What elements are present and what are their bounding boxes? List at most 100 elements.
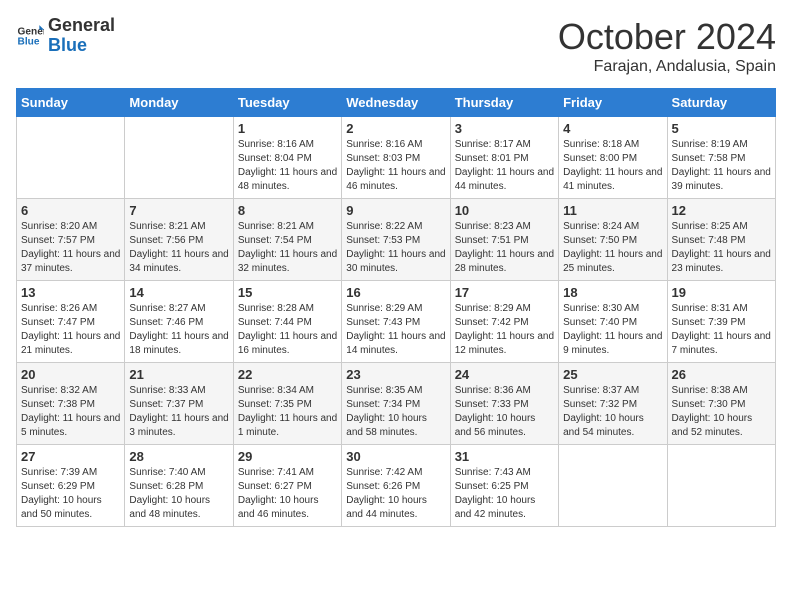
calendar-cell: 29 Sunrise: 7:41 AM Sunset: 6:27 PM Dayli… (233, 445, 341, 527)
day-info: Sunrise: 8:28 AM Sunset: 7:44 PM Dayligh… (238, 302, 337, 358)
calendar-cell: 22 Sunrise: 8:34 AM Sunset: 7:35 PM Dayli… (233, 363, 341, 445)
day-number: 5 (672, 121, 771, 136)
calendar-cell: 20 Sunrise: 8:32 AM Sunset: 7:38 PM Dayli… (17, 363, 125, 445)
day-info: Sunrise: 8:18 AM Sunset: 8:00 PM Dayligh… (563, 138, 662, 194)
calendar-cell: 2 Sunrise: 8:16 AM Sunset: 8:03 PM Daylig… (342, 117, 450, 199)
day-number: 6 (21, 203, 120, 218)
day-number: 15 (238, 285, 337, 300)
day-info: Sunrise: 7:41 AM Sunset: 6:27 PM Dayligh… (238, 466, 337, 522)
day-info: Sunrise: 8:32 AM Sunset: 7:38 PM Dayligh… (21, 384, 120, 440)
weekday-header-cell: Thursday (450, 89, 558, 117)
day-info: Sunrise: 8:36 AM Sunset: 7:33 PM Dayligh… (455, 384, 554, 440)
logo-general: General (48, 16, 115, 36)
day-info: Sunrise: 7:40 AM Sunset: 6:28 PM Dayligh… (129, 466, 228, 522)
day-info: Sunrise: 8:27 AM Sunset: 7:46 PM Dayligh… (129, 302, 228, 358)
calendar-cell (667, 445, 775, 527)
weekday-header-cell: Monday (125, 89, 233, 117)
day-info: Sunrise: 8:38 AM Sunset: 7:30 PM Dayligh… (672, 384, 771, 440)
day-info: Sunrise: 7:43 AM Sunset: 6:25 PM Dayligh… (455, 466, 554, 522)
calendar-cell: 11 Sunrise: 8:24 AM Sunset: 7:50 PM Dayli… (559, 199, 667, 281)
header: General Blue General Blue October 2024 F… (16, 16, 776, 76)
calendar-cell (17, 117, 125, 199)
day-number: 29 (238, 449, 337, 464)
day-number: 20 (21, 367, 120, 382)
day-number: 2 (346, 121, 445, 136)
day-number: 16 (346, 285, 445, 300)
day-number: 27 (21, 449, 120, 464)
day-number: 23 (346, 367, 445, 382)
day-info: Sunrise: 8:16 AM Sunset: 8:03 PM Dayligh… (346, 138, 445, 194)
day-number: 21 (129, 367, 228, 382)
calendar-week-row: 1Sunrise: 8:16 AM Sunset: 8:04 PM Daylig… (17, 117, 776, 199)
calendar-cell: 23 Sunrise: 8:35 AM Sunset: 7:34 PM Dayli… (342, 363, 450, 445)
weekday-header-cell: Saturday (667, 89, 775, 117)
day-info: Sunrise: 8:35 AM Sunset: 7:34 PM Dayligh… (346, 384, 445, 440)
calendar-week-row: 27 Sunrise: 7:39 AM Sunset: 6:29 PM Dayli… (17, 445, 776, 527)
svg-text:Blue: Blue (18, 36, 40, 47)
calendar-cell: 31 Sunrise: 7:43 AM Sunset: 6:25 PM Dayli… (450, 445, 558, 527)
calendar-cell: 3Sunrise: 8:17 AM Sunset: 8:01 PM Daylig… (450, 117, 558, 199)
calendar-cell: 26 Sunrise: 8:38 AM Sunset: 7:30 PM Dayli… (667, 363, 775, 445)
logo-blue: Blue (48, 36, 115, 56)
day-info: Sunrise: 8:30 AM Sunset: 7:40 PM Dayligh… (563, 302, 662, 358)
day-number: 11 (563, 203, 662, 218)
calendar-week-row: 6 Sunrise: 8:20 AM Sunset: 7:57 PM Daylig… (17, 199, 776, 281)
logo-icon: General Blue (16, 22, 44, 50)
day-number: 22 (238, 367, 337, 382)
calendar-body: 1Sunrise: 8:16 AM Sunset: 8:04 PM Daylig… (17, 117, 776, 527)
day-number: 18 (563, 285, 662, 300)
weekday-header-cell: Friday (559, 89, 667, 117)
day-number: 26 (672, 367, 771, 382)
day-number: 3 (455, 121, 554, 136)
day-info: Sunrise: 8:20 AM Sunset: 7:57 PM Dayligh… (21, 220, 120, 276)
day-number: 30 (346, 449, 445, 464)
calendar-cell: 8 Sunrise: 8:21 AM Sunset: 7:54 PM Daylig… (233, 199, 341, 281)
calendar-cell: 10 Sunrise: 8:23 AM Sunset: 7:51 PM Dayli… (450, 199, 558, 281)
day-number: 31 (455, 449, 554, 464)
calendar-cell: 6 Sunrise: 8:20 AM Sunset: 7:57 PM Daylig… (17, 199, 125, 281)
calendar-cell: 21 Sunrise: 8:33 AM Sunset: 7:37 PM Dayli… (125, 363, 233, 445)
day-number: 24 (455, 367, 554, 382)
day-info: Sunrise: 8:34 AM Sunset: 7:35 PM Dayligh… (238, 384, 337, 440)
weekday-header-cell: Sunday (17, 89, 125, 117)
day-info: Sunrise: 7:39 AM Sunset: 6:29 PM Dayligh… (21, 466, 120, 522)
calendar-cell: 7 Sunrise: 8:21 AM Sunset: 7:56 PM Daylig… (125, 199, 233, 281)
calendar-cell: 30Sunrise: 7:42 AM Sunset: 6:26 PM Dayli… (342, 445, 450, 527)
calendar-cell: 9Sunrise: 8:22 AM Sunset: 7:53 PM Daylig… (342, 199, 450, 281)
calendar-cell (125, 117, 233, 199)
calendar-cell: 27 Sunrise: 7:39 AM Sunset: 6:29 PM Dayli… (17, 445, 125, 527)
weekday-header-row: SundayMondayTuesdayWednesdayThursdayFrid… (17, 89, 776, 117)
calendar-cell: 4Sunrise: 8:18 AM Sunset: 8:00 PM Daylig… (559, 117, 667, 199)
day-number: 28 (129, 449, 228, 464)
day-number: 7 (129, 203, 228, 218)
day-info: Sunrise: 8:33 AM Sunset: 7:37 PM Dayligh… (129, 384, 228, 440)
calendar-table: SundayMondayTuesdayWednesdayThursdayFrid… (16, 88, 776, 527)
day-info: Sunrise: 8:22 AM Sunset: 7:53 PM Dayligh… (346, 220, 445, 276)
title-area: October 2024 Farajan, Andalusia, Spain (558, 16, 776, 76)
month-title: October 2024 (558, 16, 776, 58)
calendar-cell: 18 Sunrise: 8:30 AM Sunset: 7:40 PM Dayli… (559, 281, 667, 363)
calendar-cell: 19Sunrise: 8:31 AM Sunset: 7:39 PM Dayli… (667, 281, 775, 363)
day-info: Sunrise: 8:19 AM Sunset: 7:58 PM Dayligh… (672, 138, 771, 194)
day-number: 13 (21, 285, 120, 300)
day-info: Sunrise: 8:21 AM Sunset: 7:56 PM Dayligh… (129, 220, 228, 276)
day-number: 10 (455, 203, 554, 218)
day-info: Sunrise: 8:21 AM Sunset: 7:54 PM Dayligh… (238, 220, 337, 276)
day-info: Sunrise: 8:31 AM Sunset: 7:39 PM Dayligh… (672, 302, 771, 358)
calendar-cell: 28 Sunrise: 7:40 AM Sunset: 6:28 PM Dayli… (125, 445, 233, 527)
calendar-cell: 15 Sunrise: 8:28 AM Sunset: 7:44 PM Dayli… (233, 281, 341, 363)
calendar-cell: 16Sunrise: 8:29 AM Sunset: 7:43 PM Dayli… (342, 281, 450, 363)
day-number: 12 (672, 203, 771, 218)
day-number: 17 (455, 285, 554, 300)
calendar-cell: 5 Sunrise: 8:19 AM Sunset: 7:58 PM Daylig… (667, 117, 775, 199)
day-number: 25 (563, 367, 662, 382)
day-info: Sunrise: 8:23 AM Sunset: 7:51 PM Dayligh… (455, 220, 554, 276)
location-title: Farajan, Andalusia, Spain (558, 58, 776, 76)
calendar-cell: 17 Sunrise: 8:29 AM Sunset: 7:42 PM Dayli… (450, 281, 558, 363)
day-info: Sunrise: 8:29 AM Sunset: 7:42 PM Dayligh… (455, 302, 554, 358)
day-number: 8 (238, 203, 337, 218)
day-info: Sunrise: 8:26 AM Sunset: 7:47 PM Dayligh… (21, 302, 120, 358)
day-info: Sunrise: 8:24 AM Sunset: 7:50 PM Dayligh… (563, 220, 662, 276)
calendar-cell: 14Sunrise: 8:27 AM Sunset: 7:46 PM Dayli… (125, 281, 233, 363)
calendar-cell: 24 Sunrise: 8:36 AM Sunset: 7:33 PM Dayli… (450, 363, 558, 445)
